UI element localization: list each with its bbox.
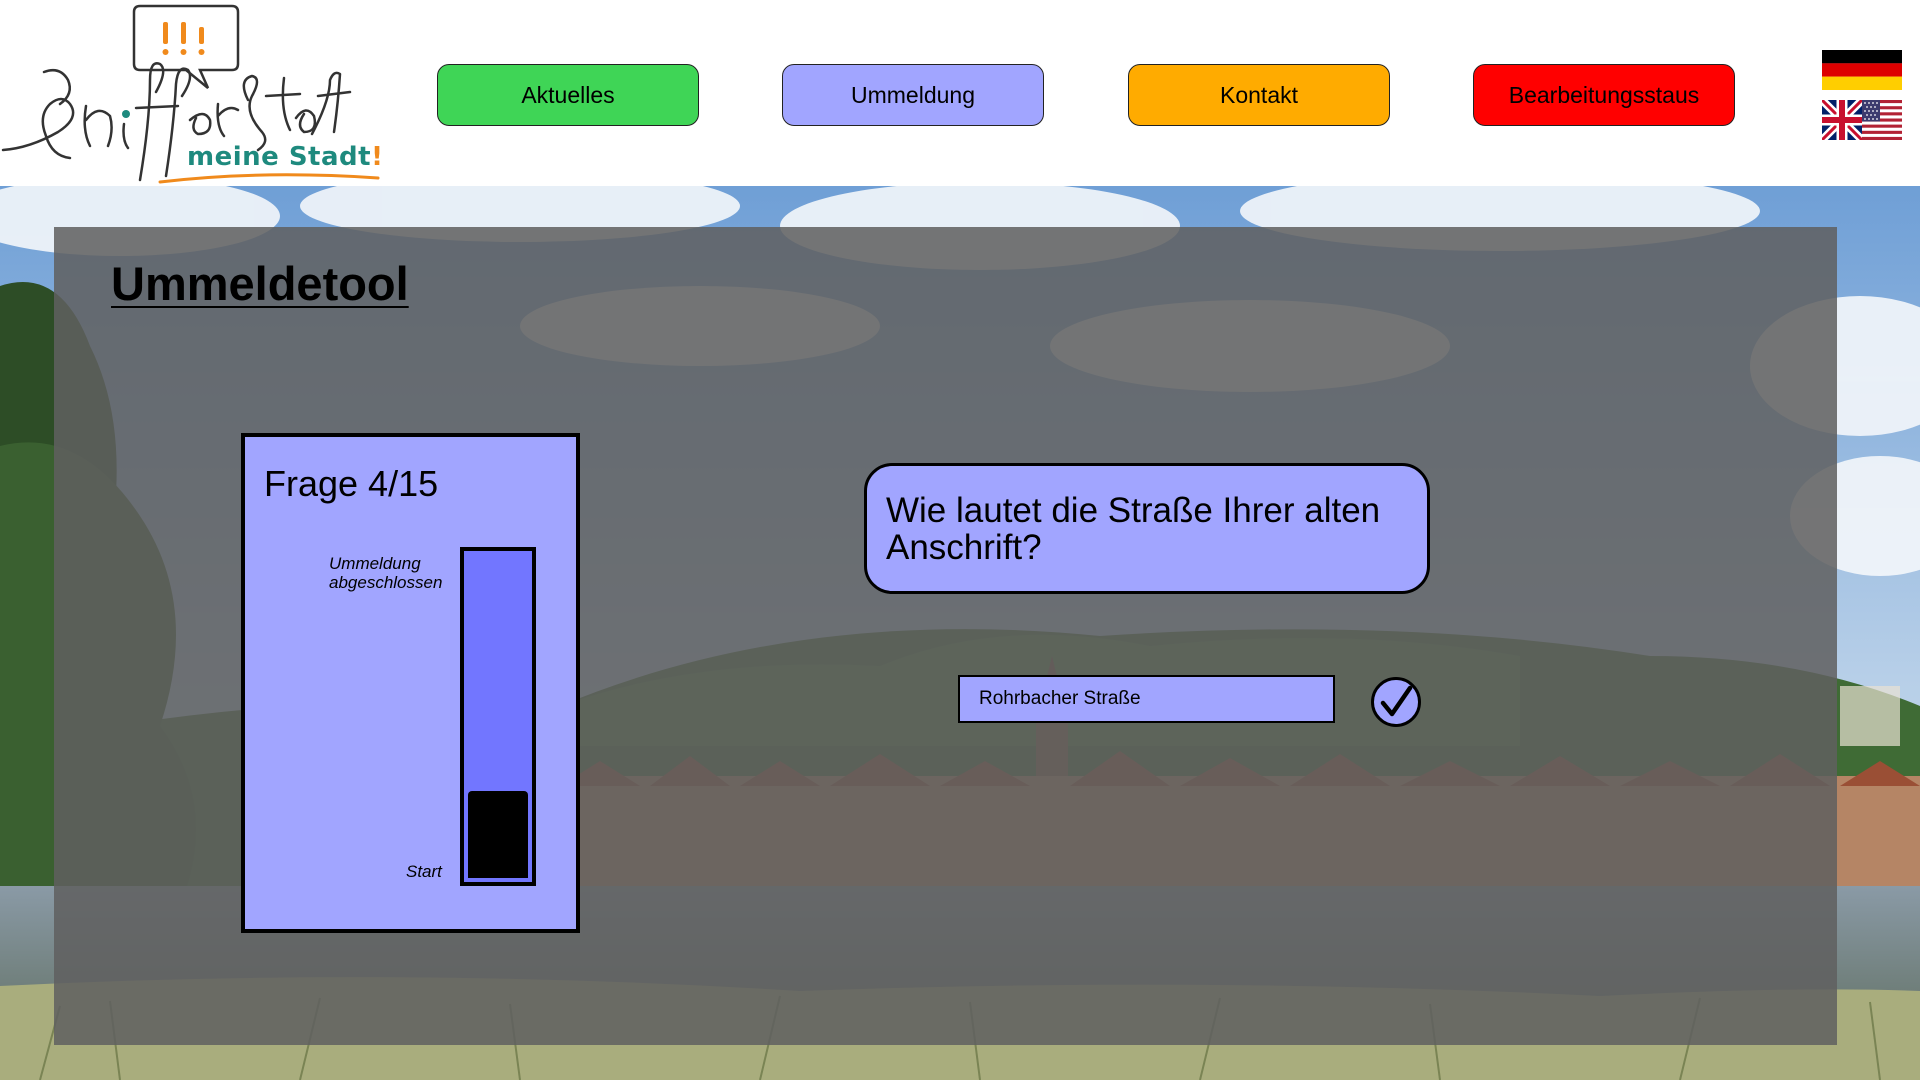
question-text: Wie lautet die Straße Ihrer alten Anschr… <box>886 491 1381 567</box>
answer-input[interactable] <box>958 675 1335 723</box>
progress-bar <box>460 547 536 886</box>
checkmark-icon <box>1374 680 1418 724</box>
site-header: meine Stadt! Aktuelles Ummeldung Kontakt… <box>0 0 1920 186</box>
logo-tagline: meine Stadt! <box>187 142 384 172</box>
flag-en-icon[interactable] <box>1822 100 1902 140</box>
nav-kontakt-button[interactable]: Kontakt <box>1128 64 1390 126</box>
progress-bar-fill <box>468 791 528 878</box>
flag-de-icon[interactable] <box>1822 50 1902 90</box>
nav-bearbeitungsstatus-label: Bearbeitungsstaus <box>1508 81 1700 108</box>
nav-bearbeitungsstatus-button[interactable]: Bearbeitungsstaus <box>1473 64 1735 126</box>
nav-ummeldung-label: Ummeldung <box>851 81 975 108</box>
nav-kontakt-label: Kontakt <box>1220 81 1298 108</box>
nav-ummeldung-button[interactable]: Ummeldung <box>782 64 1044 126</box>
city-logo[interactable]: meine Stadt! <box>0 0 385 186</box>
progress-end-label: Ummeldung abgeschlossen <box>329 554 443 592</box>
nav-aktuelles-button[interactable]: Aktuelles <box>437 64 699 126</box>
page-title: Ummeldetool <box>111 257 409 310</box>
nav-aktuelles-label: Aktuelles <box>521 81 615 108</box>
question-bubble: Wie lautet die Straße Ihrer alten Anschr… <box>864 463 1430 594</box>
progress-start-label: Start <box>406 862 442 881</box>
submit-button[interactable] <box>1371 677 1421 727</box>
question-counter: Frage 4/15 <box>264 463 439 504</box>
